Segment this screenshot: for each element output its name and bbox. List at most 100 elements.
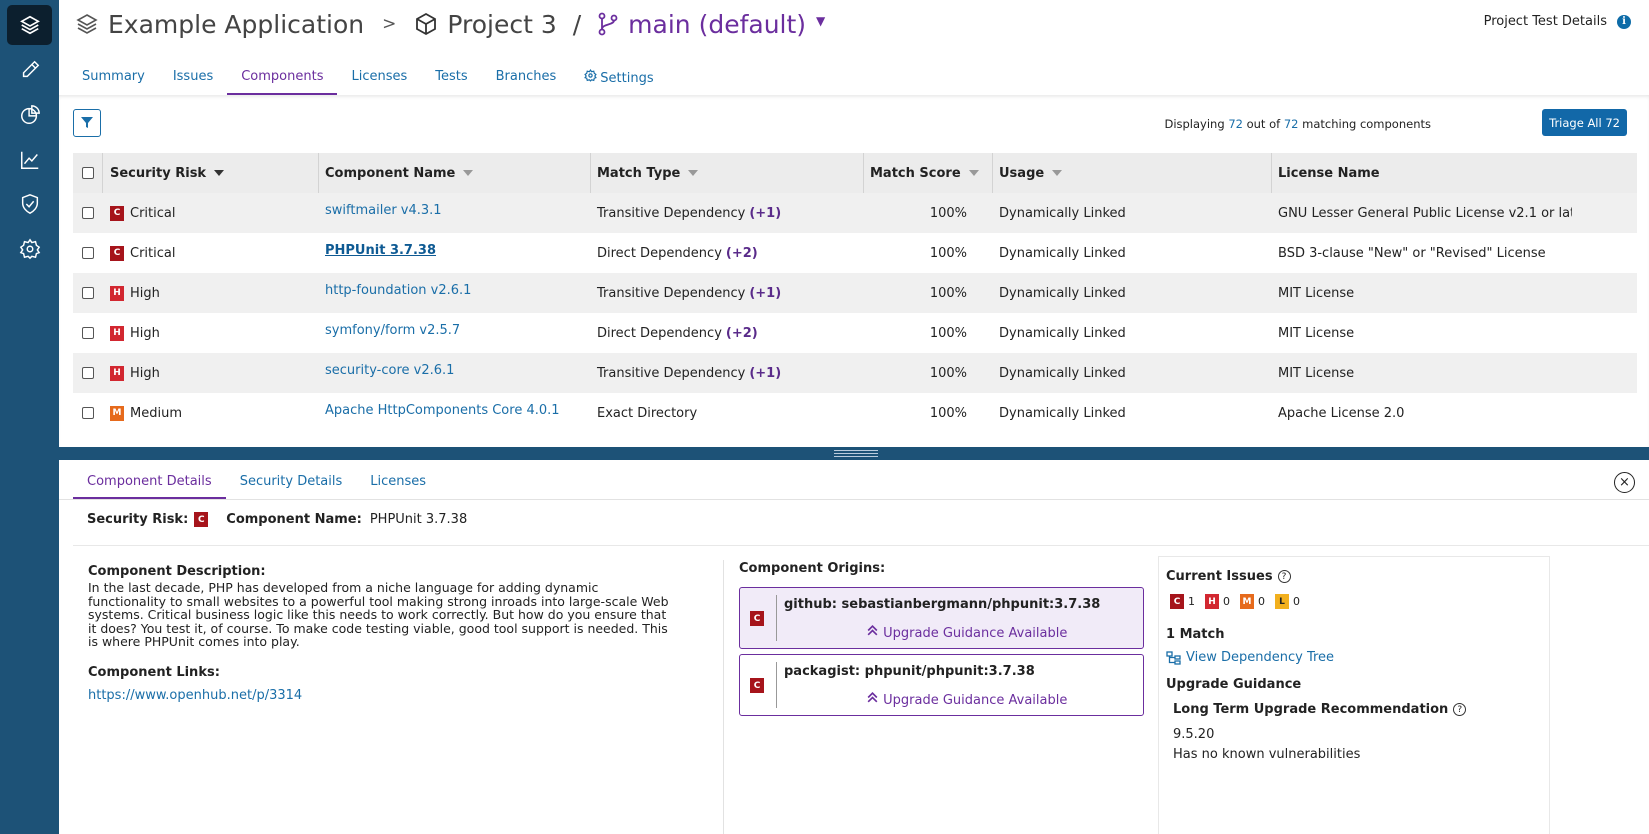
nav-gear-icon[interactable] [7, 229, 52, 269]
row-checkbox[interactable] [82, 287, 94, 299]
select-all-checkbox[interactable] [81, 167, 94, 179]
nav-pie-chart-icon[interactable] [7, 95, 52, 135]
match-type: Direct Dependency [597, 325, 722, 341]
table-row[interactable]: M Medium Apache HttpComponents Core 4.0.1 E… [73, 393, 1637, 433]
component-link[interactable]: PHPUnit 3.7.38 [325, 243, 436, 258]
table-row[interactable]: H High http-foundation v2.6.1 Transitive De… [73, 273, 1637, 313]
column-usage[interactable]: Usage [993, 153, 1272, 193]
tab-issues[interactable]: Issues [159, 60, 227, 95]
drag-handle-icon[interactable] [834, 450, 878, 457]
column-match-type[interactable]: Match Type [591, 153, 864, 193]
match-extra[interactable]: (+2) [726, 246, 758, 261]
component-link[interactable]: security-core v2.6.1 [325, 363, 454, 378]
tab-summary[interactable]: Summary [59, 60, 159, 95]
help-icon[interactable]: ? [1277, 570, 1291, 583]
filter-button[interactable] [73, 109, 101, 137]
triage-all-button[interactable]: Triage All 72 [1542, 109, 1627, 136]
nav-layers-icon[interactable] [7, 5, 52, 45]
tab-component-details[interactable]: Component Details [73, 460, 226, 499]
breadcrumb-project[interactable]: Project 3 [447, 10, 556, 39]
cube-icon [414, 12, 438, 36]
chevron-down-icon[interactable]: ▼ [816, 14, 825, 28]
row-checkbox[interactable] [82, 207, 94, 219]
tab-detail-licenses[interactable]: Licenses [356, 460, 440, 499]
component-link[interactable]: symfony/form v2.5.7 [325, 323, 460, 338]
match-extra[interactable]: (+1) [749, 366, 781, 381]
column-match-score[interactable]: Match Score [864, 153, 993, 193]
project-details[interactable]: Project Test Details i [1484, 14, 1631, 29]
tab-components[interactable]: Components [227, 60, 338, 95]
git-branch-icon [597, 12, 619, 36]
license-name: GNU Lesser General Public License v2.1 o… [1278, 205, 1572, 221]
column-label: Component Name [325, 165, 456, 181]
upgrade-guidance-link[interactable]: Upgrade Guidance Available [866, 691, 1067, 708]
row-checkbox[interactable] [82, 367, 94, 379]
match-type-cell: Direct Dependency (+2) [591, 313, 864, 353]
table-row[interactable]: C Critical PHPUnit 3.7.38 Direct Dependency… [73, 233, 1637, 273]
component-link[interactable]: Apache HttpComponents Core 4.0.1 [325, 403, 560, 418]
origin-card[interactable]: C github: sebastianbergmann/phpunit:3.7.… [739, 587, 1144, 649]
high-count: 0 [1223, 595, 1230, 608]
divider [776, 662, 777, 708]
component-name-cell: Apache HttpComponents Core 4.0.1 [319, 393, 591, 433]
left-nav [0, 0, 59, 834]
tree-icon [1166, 650, 1181, 665]
links-title: Component Links: [88, 664, 220, 680]
tab-branches[interactable]: Branches [482, 60, 571, 95]
breadcrumb-separator: > [382, 14, 397, 34]
close-icon[interactable]: × [1614, 472, 1635, 493]
match-score-cell: 100% [864, 233, 993, 273]
tab-settings[interactable]: Settings [570, 60, 667, 95]
help-icon[interactable]: ? [1453, 703, 1467, 716]
branch-selector[interactable]: main (default) [628, 10, 806, 39]
row-checkbox[interactable] [82, 407, 94, 419]
license-cell: BSD 3-clause "New" or "Revised" License [1272, 233, 1572, 273]
risk-badge: C [750, 678, 764, 693]
info-icon[interactable]: i [1617, 14, 1631, 29]
column-component-name[interactable]: Component Name [319, 153, 591, 193]
security-risk-cell: C Critical [103, 233, 319, 273]
tab-tests[interactable]: Tests [421, 60, 481, 95]
critical-count: 1 [1188, 595, 1195, 608]
component-name-cell: swiftmailer v4.3.1 [319, 193, 591, 233]
match-score: 100% [929, 205, 967, 221]
displaying-suffix: matching components [1302, 117, 1431, 131]
row-checkbox[interactable] [82, 327, 94, 339]
match-extra[interactable]: (+2) [726, 326, 758, 341]
risk-badge: C [110, 245, 124, 261]
displaying-total: 72 [1283, 117, 1299, 131]
breadcrumb-application[interactable]: Example Application [108, 10, 364, 39]
openhub-link[interactable]: https://www.openhub.net/p/3314 [88, 688, 678, 703]
license-cell: MIT License [1272, 353, 1572, 393]
column-license-name[interactable]: License Name [1272, 153, 1572, 193]
nav-scan-icon[interactable] [7, 50, 52, 90]
match-score-cell: 100% [864, 353, 993, 393]
match-extra[interactable]: (+1) [749, 206, 781, 221]
medium-count: 0 [1258, 595, 1265, 608]
table-row[interactable]: C Critical swiftmailer v4.3.1 Transitive De… [73, 193, 1637, 233]
displaying-count: Displaying 72 out of 72 matching compone… [1164, 117, 1431, 131]
tab-security-details[interactable]: Security Details [226, 460, 357, 499]
origin-card[interactable]: C packagist: phpunit/phpunit:3.7.38 Upgr… [739, 654, 1144, 716]
table-row[interactable]: H High security-core v2.6.1 Transitive Depe… [73, 353, 1637, 393]
security-risk-cell: H High [103, 273, 319, 313]
component-name-value: PHPUnit 3.7.38 [369, 512, 468, 527]
view-dependency-tree-link[interactable]: View Dependency Tree [1166, 650, 1549, 665]
component-link[interactable]: swiftmailer v4.3.1 [325, 203, 442, 218]
column-security-risk[interactable]: Security Risk [103, 153, 319, 193]
nav-shield-check-icon[interactable] [7, 184, 52, 224]
tab-licenses[interactable]: Licenses [337, 60, 421, 95]
high-badge: H [1205, 594, 1219, 609]
nav-line-chart-icon[interactable] [7, 140, 52, 180]
panel-splitter[interactable] [59, 447, 1649, 460]
layers-icon [75, 12, 99, 36]
upgrade-guidance-link[interactable]: Upgrade Guidance Available [866, 624, 1067, 641]
breadcrumb-slash: / [572, 9, 582, 39]
row-checkbox[interactable] [82, 247, 94, 259]
match-extra[interactable]: (+1) [749, 286, 781, 301]
issue-counts: C1 H0 M0 L0 [1170, 594, 1549, 609]
component-link[interactable]: http-foundation v2.6.1 [325, 283, 471, 298]
table-row[interactable]: H High symfony/form v2.5.7 Direct Dependenc… [73, 313, 1637, 353]
security-risk-label: Security Risk: [87, 512, 189, 527]
component-name-cell: symfony/form v2.5.7 [319, 313, 591, 353]
